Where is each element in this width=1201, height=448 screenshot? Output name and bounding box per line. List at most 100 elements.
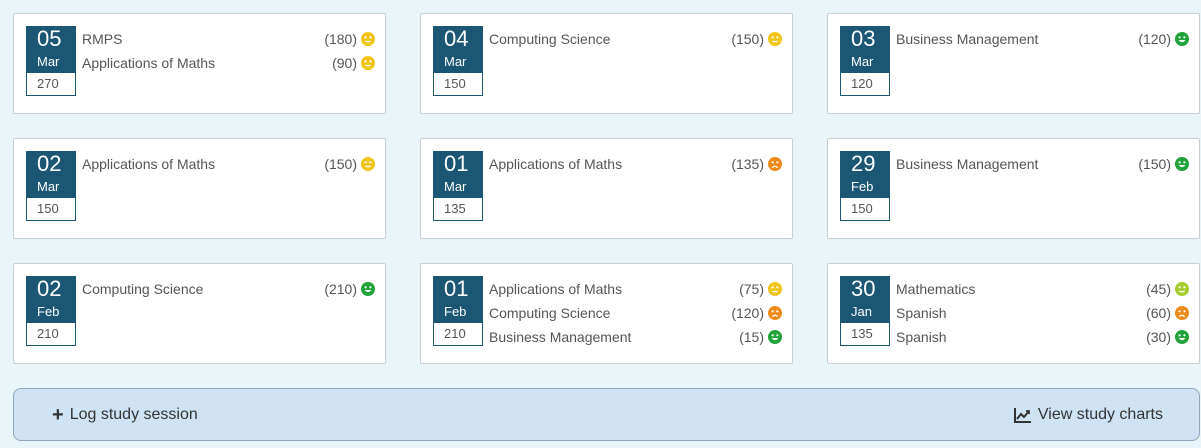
date-month: Mar — [26, 177, 76, 197]
date-day: 02 — [26, 276, 76, 302]
session-entry: Mathematics (45) — [896, 277, 1189, 301]
session-amount: (45) — [1146, 281, 1171, 297]
study-card-grid: 05 Mar 270 RMPS (180) Applications of Maths (9… — [13, 13, 1200, 364]
line-chart-icon — [1013, 407, 1032, 423]
day-total: 150 — [26, 197, 76, 221]
date-badge: 05 Mar 270 — [26, 26, 76, 102]
day-total: 135 — [433, 197, 483, 221]
date-day: 29 — [840, 151, 890, 177]
date-badge: 02 Mar 150 — [26, 151, 76, 227]
session-entry: Applications of Maths (90) — [82, 51, 375, 75]
session-subject: Business Management — [896, 156, 1039, 172]
session-amount: (210) — [324, 281, 357, 297]
session-list: Applications of Maths (135) — [489, 152, 782, 176]
session-subject: Spanish — [896, 305, 947, 321]
slight-face-icon — [1175, 282, 1189, 296]
session-subject: Applications of Maths — [82, 55, 216, 71]
session-amount-group: (210) — [324, 281, 375, 297]
date-month: Jan — [840, 302, 890, 322]
session-amount: (135) — [731, 156, 764, 172]
sad-face-icon — [1175, 306, 1189, 320]
day-total: 270 — [26, 72, 76, 96]
session-list: Business Management (120) — [896, 27, 1189, 51]
session-amount: (150) — [1138, 156, 1171, 172]
day-total: 135 — [840, 322, 890, 346]
session-amount-group: (180) — [324, 31, 375, 47]
date-month: Mar — [433, 52, 483, 72]
study-day-card[interactable]: 03 Mar 120 Business Management (120) — [827, 13, 1200, 114]
neutral-face-icon — [768, 32, 782, 46]
action-bar: + Log study session View study charts — [13, 388, 1200, 441]
session-amount-group: (120) — [731, 305, 782, 321]
session-amount-group: (75) — [739, 281, 782, 297]
session-list: Applications of Maths (75) Computing Scien… — [489, 277, 782, 349]
neutral-face-icon — [768, 282, 782, 296]
happy-face-icon — [768, 330, 782, 344]
sad-face-icon — [768, 306, 782, 320]
session-subject: Mathematics — [896, 281, 976, 297]
date-badge: 01 Feb 210 — [433, 276, 483, 352]
date-month: Feb — [840, 177, 890, 197]
day-total: 150 — [840, 197, 890, 221]
happy-face-icon — [1175, 330, 1189, 344]
day-total: 120 — [840, 72, 890, 96]
session-amount-group: (135) — [731, 156, 782, 172]
study-day-card[interactable]: 30 Jan 135 Mathematics (45) Spanish (60) Spanis… — [827, 263, 1200, 364]
date-day: 01 — [433, 151, 483, 177]
plus-icon: + — [52, 403, 64, 426]
study-day-card[interactable]: 01 Feb 210 Applications of Maths (75) Computi… — [420, 263, 793, 364]
date-month: Feb — [433, 302, 483, 322]
session-amount: (75) — [739, 281, 764, 297]
session-subject: RMPS — [82, 31, 123, 47]
session-amount: (150) — [324, 156, 357, 172]
sad-face-icon — [768, 157, 782, 171]
session-subject: Computing Science — [489, 305, 611, 321]
session-amount: (90) — [332, 55, 357, 71]
date-month: Mar — [26, 52, 76, 72]
view-study-charts-label: View study charts — [1037, 405, 1163, 423]
log-study-session-label: Log study session — [69, 405, 198, 423]
date-day: 30 — [840, 276, 890, 302]
session-subject: Business Management — [489, 329, 632, 345]
session-amount: (15) — [739, 329, 764, 345]
date-badge: 02 Feb 210 — [26, 276, 76, 352]
session-entry: Applications of Maths (135) — [489, 152, 782, 176]
session-amount-group: (150) — [1138, 156, 1189, 172]
date-badge: 30 Jan 135 — [840, 276, 890, 352]
session-amount: (180) — [324, 31, 357, 47]
session-amount-group: (150) — [324, 156, 375, 172]
session-entry: Computing Science (150) — [489, 27, 782, 51]
study-day-card[interactable]: 04 Mar 150 Computing Science (150) — [420, 13, 793, 114]
session-amount-group: (90) — [332, 55, 375, 71]
session-list: Applications of Maths (150) — [82, 152, 375, 176]
session-entry: Spanish (30) — [896, 325, 1189, 349]
session-amount-group: (120) — [1138, 31, 1189, 47]
session-amount-group: (30) — [1146, 329, 1189, 345]
log-study-session-button[interactable]: + Log study session — [52, 403, 198, 426]
session-entry: Spanish (60) — [896, 301, 1189, 325]
session-subject: Applications of Maths — [489, 281, 623, 297]
session-entry: Computing Science (120) — [489, 301, 782, 325]
session-list: Mathematics (45) Spanish (60) Spanish (30) — [896, 277, 1189, 349]
neutral-face-icon — [361, 157, 375, 171]
session-amount: (60) — [1146, 305, 1171, 321]
study-day-card[interactable]: 29 Feb 150 Business Management (150) — [827, 138, 1200, 239]
session-entry: Business Management (120) — [896, 27, 1189, 51]
study-day-card[interactable]: 02 Mar 150 Applications of Maths (150) — [13, 138, 386, 239]
date-badge: 29 Feb 150 — [840, 151, 890, 227]
session-entry: Business Management (15) — [489, 325, 782, 349]
neutral-face-icon — [361, 32, 375, 46]
view-study-charts-button[interactable]: View study charts — [1013, 405, 1163, 424]
date-day: 04 — [433, 26, 483, 52]
study-day-card[interactable]: 02 Feb 210 Computing Science (210) — [13, 263, 386, 364]
session-subject: Applications of Maths — [82, 156, 216, 172]
session-subject: Computing Science — [489, 31, 611, 47]
session-subject: Applications of Maths — [489, 156, 623, 172]
date-month: Mar — [433, 177, 483, 197]
date-month: Mar — [840, 52, 890, 72]
study-day-card[interactable]: 01 Mar 135 Applications of Maths (135) — [420, 138, 793, 239]
session-list: Computing Science (210) — [82, 277, 375, 301]
date-badge: 03 Mar 120 — [840, 26, 890, 102]
study-day-card[interactable]: 05 Mar 270 RMPS (180) Applications of Maths (9… — [13, 13, 386, 114]
date-day: 01 — [433, 276, 483, 302]
